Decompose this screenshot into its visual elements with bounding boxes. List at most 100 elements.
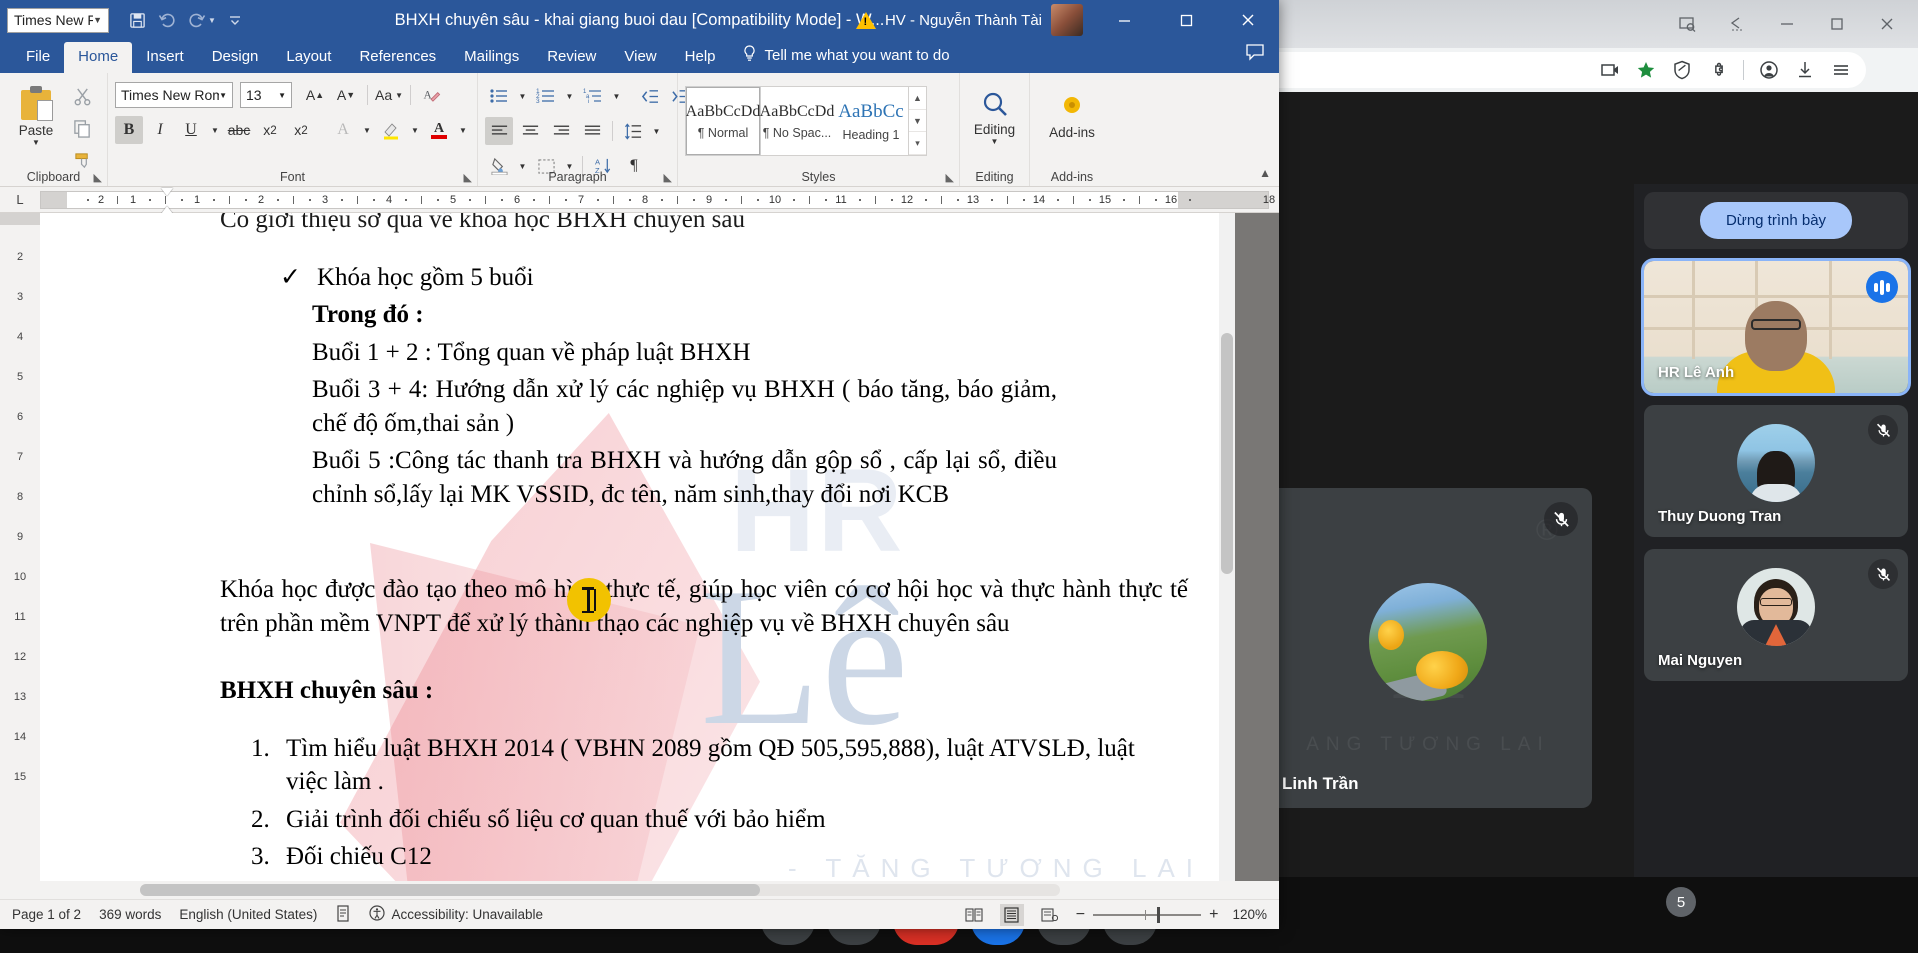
tab-help[interactable]: Help: [671, 42, 730, 73]
zoom-out-button[interactable]: −: [1076, 906, 1085, 924]
styles-dialog-launcher-icon[interactable]: ◣: [946, 171, 954, 184]
grow-font-button[interactable]: A▲: [301, 81, 329, 109]
meet-main-tile[interactable]: h ® ANG TƯƠNG LAI Linh Trần: [1264, 488, 1592, 808]
align-right-button[interactable]: [547, 117, 575, 145]
superscript-button[interactable]: x2: [287, 116, 315, 144]
browser-minimize-icon[interactable]: [1764, 4, 1810, 44]
zoom-track[interactable]: [1093, 914, 1201, 916]
clear-formatting-button[interactable]: A: [418, 81, 446, 109]
document-horizontal-scrollbar[interactable]: [0, 881, 1279, 899]
status-word-count[interactable]: 369 words: [99, 907, 161, 922]
horizontal-ruler[interactable]: 2 1 1 2 3 4 5 6 7 8 9 10 11 12 13 14 15 …: [40, 191, 1269, 209]
subscript-button[interactable]: x2: [256, 116, 284, 144]
tab-file[interactable]: File: [12, 42, 64, 73]
bullets-button[interactable]: [485, 82, 513, 110]
multilevel-list-button[interactable]: 1ai: [579, 82, 607, 110]
redo-icon[interactable]: ▼: [188, 12, 216, 28]
editing-button[interactable]: Editing ▼: [964, 78, 1026, 156]
paste-button[interactable]: Paste ▼: [7, 78, 65, 154]
account-area[interactable]: HV - Nguyễn Thành Tài: [856, 0, 1083, 40]
chevron-down-icon[interactable]: ▼: [32, 138, 40, 147]
chevron-down-icon[interactable]: ▼: [93, 15, 102, 25]
font-size-input[interactable]: 13 ▼: [240, 82, 292, 108]
font-color-chevron-down-icon[interactable]: ▼: [456, 116, 470, 144]
tab-layout[interactable]: Layout: [272, 42, 345, 73]
save-icon[interactable]: [129, 12, 146, 29]
stop-presenting-button[interactable]: Dừng trình bày: [1700, 202, 1852, 239]
collapse-ribbon-icon[interactable]: ▲: [1259, 166, 1271, 180]
shrink-font-button[interactable]: A▼: [332, 81, 360, 109]
web-layout-icon[interactable]: [1038, 904, 1062, 926]
font-name-input[interactable]: Times New Romar ▼: [115, 82, 233, 108]
chevron-down-icon[interactable]: ▼: [278, 91, 286, 100]
multilevel-chevron-down-icon[interactable]: ▼: [610, 82, 623, 110]
status-language[interactable]: English (United States): [179, 907, 317, 922]
style-normal[interactable]: AaBbCcDd ¶ Normal: [686, 87, 760, 155]
styles-scroll-down-icon[interactable]: ▼: [909, 110, 926, 133]
paragraph-dialog-launcher-icon[interactable]: ◣: [664, 171, 672, 184]
shield-icon[interactable]: [1671, 59, 1693, 81]
italic-button[interactable]: I: [146, 116, 174, 144]
undo-icon[interactable]: [158, 12, 176, 28]
bullets-chevron-down-icon[interactable]: ▼: [516, 82, 529, 110]
indent-marker-icon[interactable]: [161, 188, 173, 196]
tab-review[interactable]: Review: [533, 42, 610, 73]
line-spacing-chevron-down-icon[interactable]: ▼: [650, 117, 663, 145]
underline-chevron-down-icon[interactable]: ▼: [208, 116, 222, 144]
addins-button[interactable]: Add-ins: [1041, 78, 1103, 156]
proofing-icon[interactable]: [335, 905, 351, 925]
chevron-down-icon[interactable]: ▼: [991, 137, 999, 146]
text-highlight-color-button[interactable]: [377, 116, 405, 144]
align-left-button[interactable]: [485, 117, 513, 145]
style-no-spacing[interactable]: AaBbCcDd ¶ No Spac...: [760, 87, 834, 155]
decrease-indent-button[interactable]: [635, 82, 663, 110]
numbering-chevron-down-icon[interactable]: ▼: [563, 82, 576, 110]
align-center-button[interactable]: [516, 117, 544, 145]
customize-qat-icon[interactable]: [228, 13, 242, 27]
tab-design[interactable]: Design: [198, 42, 273, 73]
line-spacing-button[interactable]: [619, 117, 647, 145]
tell-me-search[interactable]: Tell me what you want to do: [742, 45, 950, 73]
cut-button[interactable]: [68, 82, 96, 110]
highlight-chevron-down-icon[interactable]: ▼: [408, 116, 422, 144]
tab-mailings[interactable]: Mailings: [450, 42, 533, 73]
chrome-menu-icon[interactable]: [1830, 59, 1852, 81]
document-text[interactable]: Có giới thiệu sơ qua về khóa học BHXH ch…: [40, 213, 1235, 881]
word-close-button[interactable]: [1217, 0, 1279, 40]
bookmark-star-icon[interactable]: [1635, 59, 1657, 81]
word-minimize-button[interactable]: [1093, 0, 1155, 40]
participant-tile-hr-le-anh[interactable]: HR Lê Anh: [1644, 261, 1908, 393]
clipboard-dialog-launcher-icon[interactable]: ◣: [94, 171, 102, 184]
status-accessibility[interactable]: Accessibility: Unavailable: [369, 905, 543, 924]
style-heading-1[interactable]: AaBbCc Heading 1: [834, 87, 908, 155]
participant-tile-thuy-duong-tran[interactable]: Thuy Duong Tran: [1644, 405, 1908, 537]
copy-button[interactable]: [68, 114, 96, 142]
vertical-ruler[interactable]: 2 3 4 5 6 7 8 9 10 11 12 13 14 15: [0, 213, 40, 881]
justify-button[interactable]: [578, 117, 606, 145]
strikethrough-button[interactable]: abc: [225, 116, 253, 144]
text-effects-chevron-down-icon[interactable]: ▼: [360, 116, 374, 144]
status-page[interactable]: Page 1 of 2: [12, 907, 81, 922]
download-icon[interactable]: [1794, 59, 1816, 81]
bold-button[interactable]: B: [115, 116, 143, 144]
tab-home[interactable]: Home: [64, 42, 132, 73]
profile-icon[interactable]: [1758, 59, 1780, 81]
font-color-button[interactable]: A: [425, 116, 453, 144]
tab-references[interactable]: References: [345, 42, 450, 73]
underline-button[interactable]: U: [177, 116, 205, 144]
qat-font-box[interactable]: Times New F ▼: [7, 8, 109, 33]
hscroll-thumb[interactable]: [140, 884, 760, 896]
restore-back-icon[interactable]: [1714, 4, 1760, 44]
browser-close-icon[interactable]: [1864, 4, 1910, 44]
styles-more-icon[interactable]: ▾: [909, 132, 926, 155]
extensions-puzzle-icon[interactable]: [1707, 59, 1729, 81]
participant-tile-mai-nguyen[interactable]: Mai Nguyen: [1644, 549, 1908, 681]
change-case-button[interactable]: Aa▼: [375, 81, 403, 109]
zoom-handle[interactable]: [1157, 907, 1160, 923]
zoom-in-button[interactable]: +: [1209, 906, 1218, 924]
browser-maximize-icon[interactable]: [1814, 4, 1860, 44]
zoom-slider[interactable]: − +: [1076, 906, 1219, 924]
tab-stop-selector[interactable]: L: [0, 192, 40, 207]
print-layout-icon[interactable]: [1000, 904, 1024, 926]
chevron-down-icon[interactable]: ▼: [219, 91, 227, 100]
